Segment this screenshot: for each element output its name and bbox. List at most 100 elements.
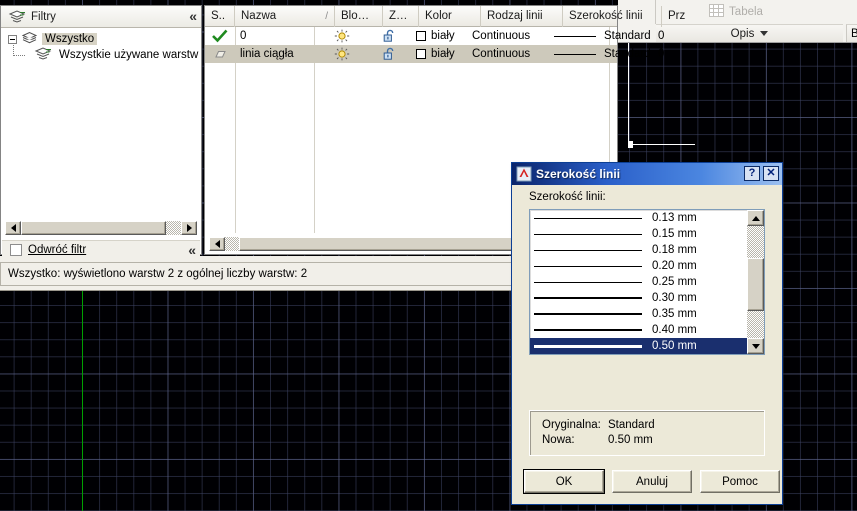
layer-plot[interactable]: 0 <box>653 45 693 63</box>
line-grip-handle[interactable] <box>628 141 633 148</box>
triangle-left-icon <box>10 224 16 232</box>
column-header-zablokuj[interactable]: Z… <box>383 5 419 27</box>
table-row[interactable]: linia ciągła biały Continuous Standard 0 <box>205 45 664 63</box>
lineweight-sample <box>534 297 642 299</box>
lineweight-list[interactable]: 0.13 mm 0.15 mm 0.18 mm 0.20 mm 0.25 mm 0.30 … <box>530 210 748 355</box>
layer-linetype[interactable]: Continuous <box>472 45 554 63</box>
scrollbar-thumb[interactable] <box>747 258 764 311</box>
ok-button[interactable]: OK <box>523 469 605 494</box>
lineweight-item-label: 0.15 mm <box>652 228 697 240</box>
layer-plot[interactable]: 0 <box>653 27 693 45</box>
filters-horizontal-scrollbar[interactable] <box>4 220 198 236</box>
ribbon-button-tabela-label: Tabela <box>729 6 763 18</box>
tree-item-wszystko[interactable]: Wszystko <box>2 31 200 47</box>
drawing-line-horizontal[interactable] <box>630 144 695 145</box>
close-icon[interactable]: ✕ <box>763 166 779 181</box>
open-padlock-icon[interactable] <box>382 47 398 61</box>
ribbon-tab-opis-label: Opis <box>730 27 755 40</box>
layer-linetype[interactable]: Continuous <box>472 27 554 45</box>
column-header-status[interactable]: S.. <box>205 5 235 27</box>
original-lineweight-value: Standard <box>608 419 655 431</box>
double-chevron-left-icon[interactable]: « <box>189 9 197 24</box>
dialog-help-button[interactable]: ? <box>744 166 760 181</box>
dialog-title-bar[interactable]: Szerokość linii ? ✕ <box>512 163 782 185</box>
layer-lineweight[interactable]: Standard <box>554 27 653 45</box>
layer-status-bar: Wszystko: wyświetlono warstw 2 z ogólnej… <box>0 262 513 286</box>
column-header-blokuj[interactable]: Blo… <box>335 5 383 27</box>
lineweight-sample <box>534 249 642 251</box>
lineweight-dialog[interactable]: Szerokość linii ? ✕ Szerokość linii: 0.1… <box>511 162 783 505</box>
panel-bottom-edge <box>0 286 513 291</box>
lineweight-vertical-scrollbar[interactable] <box>747 210 764 354</box>
lineweight-item[interactable]: 0.40 mm <box>530 322 748 338</box>
lineweight-item-label: 0.18 mm <box>652 244 697 256</box>
layer-lineweight-label: Standard <box>604 30 651 42</box>
layer-color-label[interactable]: biały <box>431 45 455 63</box>
column-header-rodzaj-linii[interactable]: Rodzaj linii <box>481 5 563 27</box>
layer-filter-icon <box>8 10 26 24</box>
filters-panel-header: Filtry « <box>1 6 201 28</box>
lineweight-sample <box>534 313 642 315</box>
autocad-a-icon <box>516 166 532 182</box>
lineweight-item-label: 0.30 mm <box>652 292 697 304</box>
sun-icon[interactable] <box>334 47 350 61</box>
lineweight-item-label: 0.20 mm <box>652 260 697 272</box>
layer-filter-icon <box>34 46 52 64</box>
scroll-track[interactable] <box>225 237 239 251</box>
layer-color-label[interactable]: biały <box>431 27 455 45</box>
scrollbar-thumb[interactable] <box>21 221 166 235</box>
column-header-szerokosc-linii[interactable]: Szerokość linii <box>563 5 662 27</box>
lineweight-item[interactable]: 0.25 mm <box>530 274 748 290</box>
lineweight-item[interactable]: 0.13 mm <box>530 210 748 226</box>
lineweight-item-label: 0.50 mm <box>652 340 697 352</box>
scrollbar-thumb[interactable] <box>239 237 541 251</box>
scroll-down-button[interactable] <box>747 338 764 354</box>
open-padlock-icon[interactable] <box>382 29 398 43</box>
triangle-down-icon <box>751 343 760 349</box>
chevron-down-icon[interactable] <box>760 31 769 36</box>
layer-plane-icon <box>212 47 228 61</box>
lineweight-info-box: Oryginalna: Standard Nowa: 0.50 mm <box>529 410 765 456</box>
layer-name[interactable]: linia ciągła <box>235 45 314 63</box>
lineweight-item-label: 0.13 mm <box>652 212 697 224</box>
original-lineweight-row: Oryginalna: Standard <box>542 418 764 433</box>
triangle-left-icon <box>214 240 220 248</box>
layer-lineweight[interactable]: Standard <box>554 45 653 63</box>
column-header-kolor[interactable]: Kolor <box>419 5 481 27</box>
scroll-right-button[interactable] <box>181 221 197 235</box>
triangle-up-icon <box>751 215 760 221</box>
help-button[interactable]: Pomoc <box>700 470 780 493</box>
ribbon-tab-blo[interactable]: Blo <box>846 24 857 42</box>
invert-filter-label: Odwróć filtr <box>28 244 87 256</box>
lineweight-item-label: 0.35 mm <box>652 308 697 320</box>
lineweight-item[interactable]: 0.53 mm <box>530 354 748 355</box>
tree-item-wszystko-label: Wszystko <box>42 33 98 45</box>
table-row[interactable]: 0 biały Continuous Standard 0 <box>205 27 664 45</box>
sun-icon[interactable] <box>334 29 350 43</box>
layer-status-text: Wszystko: wyświetlono warstw 2 z ogólnej… <box>8 268 308 280</box>
scroll-left-button[interactable] <box>209 237 225 251</box>
layer-lineweight-label: Standard <box>604 48 651 60</box>
lineweight-item[interactable]: 0.20 mm <box>530 258 748 274</box>
invert-filter-checkbox[interactable] <box>10 244 22 256</box>
original-lineweight-key: Oryginalna: <box>542 419 601 431</box>
cancel-button[interactable]: Anuluj <box>612 470 692 493</box>
tree-expander-icon[interactable] <box>8 34 17 44</box>
scroll-left-button[interactable] <box>5 221 21 235</box>
column-header-przezroczystosc[interactable]: Prz <box>662 6 702 27</box>
scroll-up-button[interactable] <box>747 210 764 226</box>
column-header-nazwa[interactable]: Nazwa <box>235 5 335 27</box>
lineweight-list-label: Szerokość linii: <box>529 191 606 203</box>
filters-tree[interactable]: Wszystko Wszystkie używane warstw <box>2 28 200 217</box>
lineweight-sample <box>534 329 642 331</box>
lineweight-item[interactable]: 0.35 mm <box>530 306 748 322</box>
layer-name[interactable]: 0 <box>235 27 314 45</box>
tree-item-wszystkie-uzywane-warstwy[interactable]: Wszystkie używane warstw <box>2 45 200 64</box>
lineweight-sample <box>554 53 596 55</box>
lineweight-item[interactable]: 0.18 mm <box>530 242 748 258</box>
lineweight-item[interactable]: 0.50 mm <box>530 338 748 354</box>
lineweight-item[interactable]: 0.15 mm <box>530 226 748 242</box>
color-swatch <box>416 49 426 59</box>
lineweight-item[interactable]: 0.30 mm <box>530 290 748 306</box>
lineweight-listbox[interactable]: 0.13 mm 0.15 mm 0.18 mm 0.20 mm 0.25 mm 0.30 … <box>529 209 765 355</box>
